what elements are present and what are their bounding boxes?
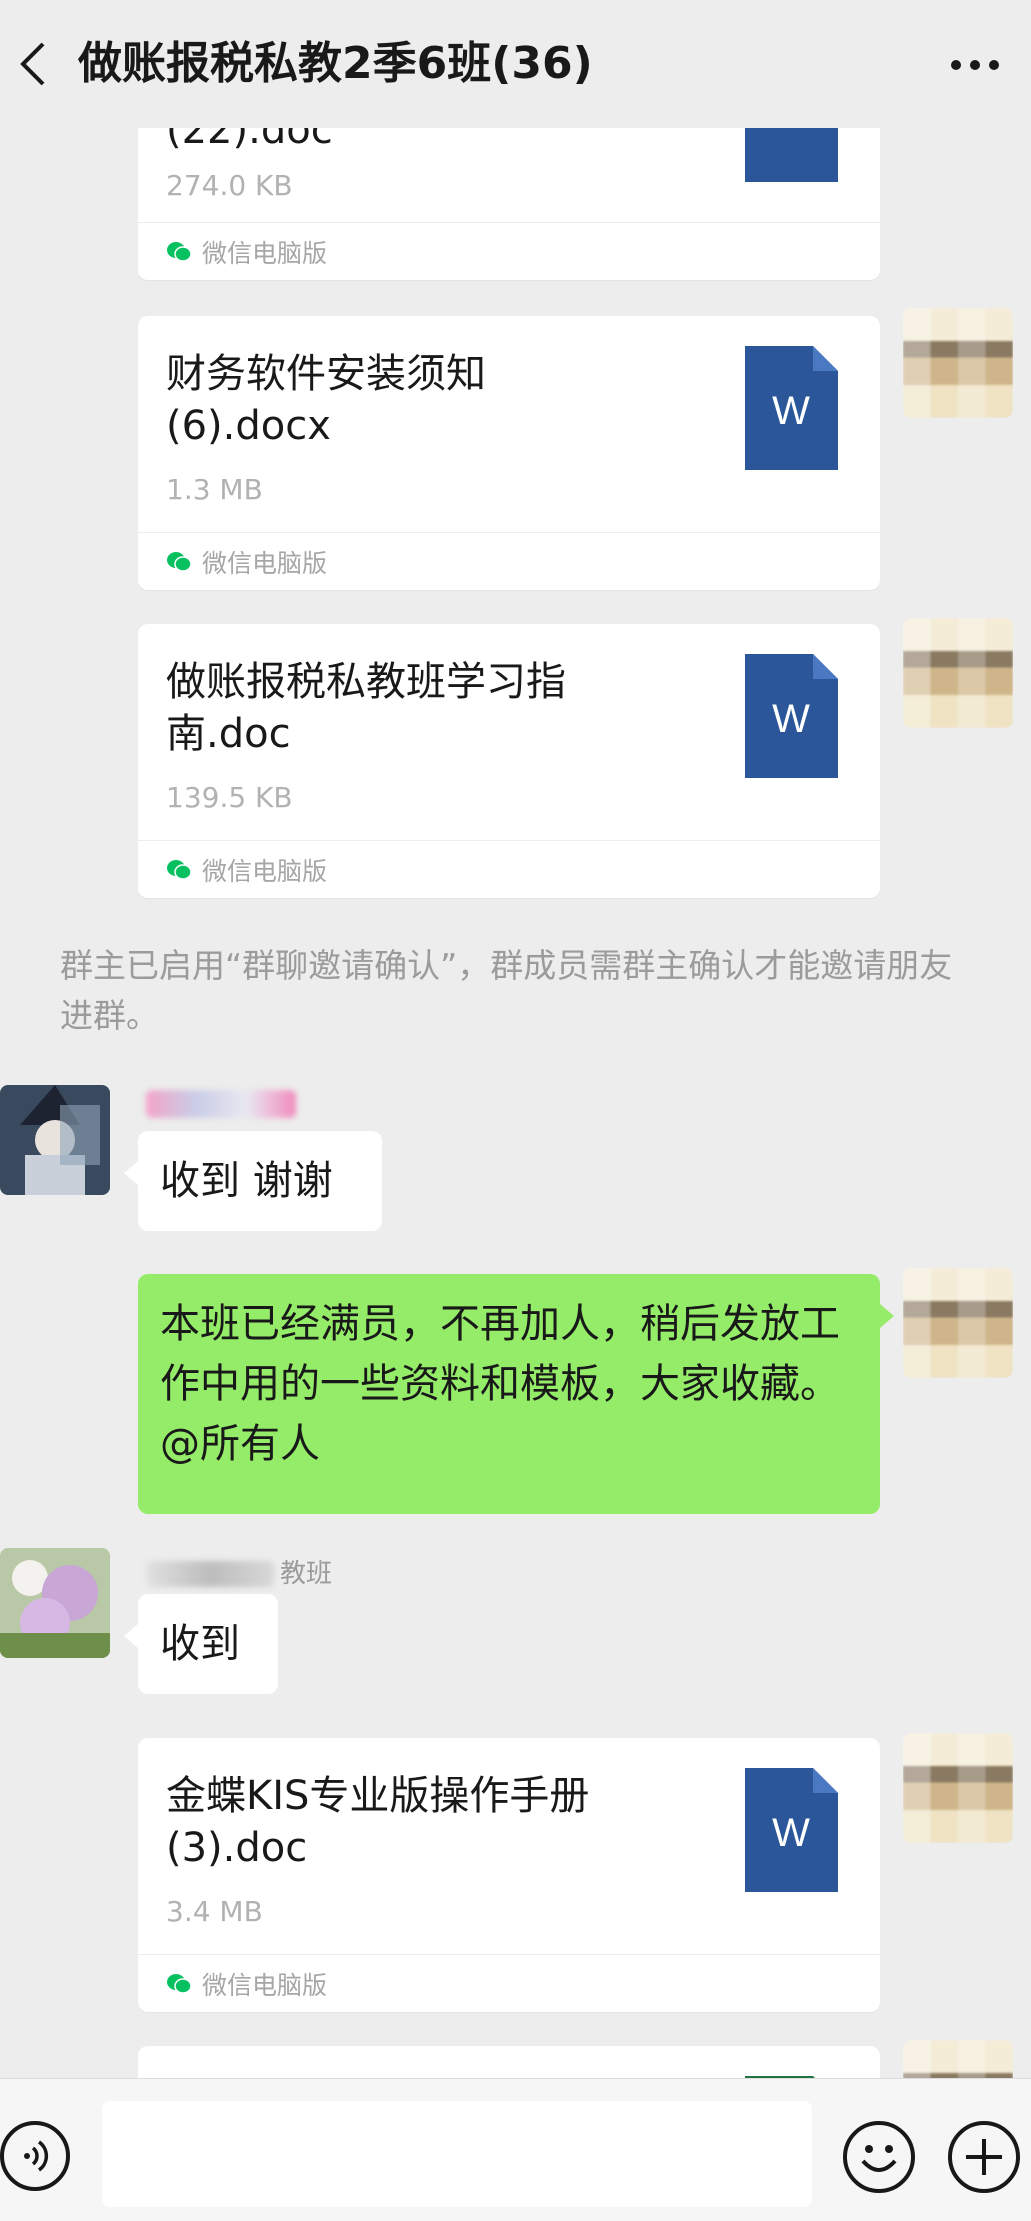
file-message-card[interactable]: 金蝶KIS专业版操作手册 (3).doc 3.4 MB W 微信电脑版 [138,1738,880,2012]
voice-button[interactable] [0,2121,70,2191]
card-footer: 微信电脑版 [138,1954,880,2012]
self-avatar[interactable] [903,1733,1013,1843]
file-size: 1.3 MB [166,473,263,506]
message-text: 本班已经满员，不再加人，稍后发放工作中用的一些资料和模板，大家收藏。@所有人 [160,1301,840,1467]
file-message-card[interactable]: 财务软件安装须知 (6).docx 1.3 MB W 微信电脑版 [138,316,880,590]
word-doc-icon: W [745,1768,838,1892]
wechat-icon [167,241,192,262]
source-label: 微信电脑版 [202,548,328,578]
avatar-image [0,1085,110,1195]
system-notice: 群主已启用“群聊邀请确认”，群成员需群主确认才能邀请朋友进群。 [60,946,953,1035]
emoji-button[interactable] [843,2121,915,2193]
more-actions-button[interactable] [948,2121,1020,2193]
source-label: 微信电脑版 [202,1970,328,2000]
nickname-suffix: 教班 [280,1559,333,1589]
svg-text:W: W [772,1811,810,1855]
svg-text:W: W [772,389,810,433]
message-bubble-self[interactable]: 本班已经满员，不再加人，稍后发放工作中用的一些资料和模板，大家收藏。@所有人 [138,1274,894,1514]
self-avatar[interactable] [903,618,1013,728]
message-bubble[interactable]: 收到 谢谢 [124,1131,382,1231]
chat-message-list[interactable]: (22).doc 274.0 KB 微信电脑版 财务软件安装须知 (6).doc… [0,128,1031,2078]
file-message-card[interactable]: (22).doc 274.0 KB 微信电脑版 [138,128,880,280]
chevron-left-icon [20,42,45,86]
input-bar [0,2078,1031,2221]
message-text: 收到 [160,1621,240,1667]
avatar-image [0,1548,110,1658]
avatar-image [903,2040,1013,2078]
message-input[interactable] [102,2101,812,2207]
file-size: 139.5 KB [166,781,293,814]
more-dots-icon [951,60,999,70]
chat-title: 做账报税私教2季6班(36) [78,38,593,89]
member-nickname [146,1090,296,1120]
wechat-icon [167,859,192,880]
avatar-image [903,618,1013,728]
member-nickname: 教班 [146,1558,346,1590]
source-label: 微信电脑版 [202,238,328,268]
file-message-card[interactable]: 做账报税私教班学习指 南.doc 139.5 KB W 微信电脑版 [138,624,880,898]
word-doc-icon: W [745,346,838,470]
file-name: (22).doc [166,128,333,153]
self-avatar[interactable] [903,1268,1013,1378]
plus-icon [966,2139,1002,2175]
back-button[interactable] [6,30,58,98]
card-footer: 微信电脑版 [138,532,880,590]
nickname-blurred [146,1561,274,1587]
message-text: 收到 谢谢 [160,1158,333,1204]
file-name: 财务软件安装须知 (6).docx [166,351,486,449]
file-name: 金蝶KIS专业版操作手册 (3).doc [166,1773,590,1871]
member-avatar[interactable] [0,1548,110,1658]
voice-icon [24,2140,49,2172]
more-button[interactable] [945,40,1005,90]
emoji-icon [861,2145,897,2172]
avatar-image [903,1268,1013,1378]
nickname-blurred [146,1090,296,1118]
message-bubble[interactable]: 收到 [124,1594,278,1694]
file-size: 3.4 MB [166,1895,263,1928]
wechat-icon [167,1973,192,1994]
svg-text:W: W [772,697,810,741]
source-label: 微信电脑版 [202,856,328,886]
file-name: 做账报税私教班学习指 南.doc [166,659,566,757]
member-avatar[interactable] [0,1085,110,1195]
file-size: 274.0 KB [166,169,293,202]
self-avatar[interactable] [903,2040,1013,2078]
word-doc-icon: W [745,654,838,778]
chat-header: 做账报税私教2季6班(36) [0,0,1031,128]
card-footer: 微信电脑版 [138,222,880,280]
word-doc-icon [745,128,838,182]
card-footer: 微信电脑版 [138,840,880,898]
avatar-image [903,1733,1013,1843]
self-avatar[interactable] [903,308,1013,418]
wechat-icon [167,551,192,572]
file-message-card[interactable] [138,2046,880,2078]
avatar-image [903,308,1013,418]
